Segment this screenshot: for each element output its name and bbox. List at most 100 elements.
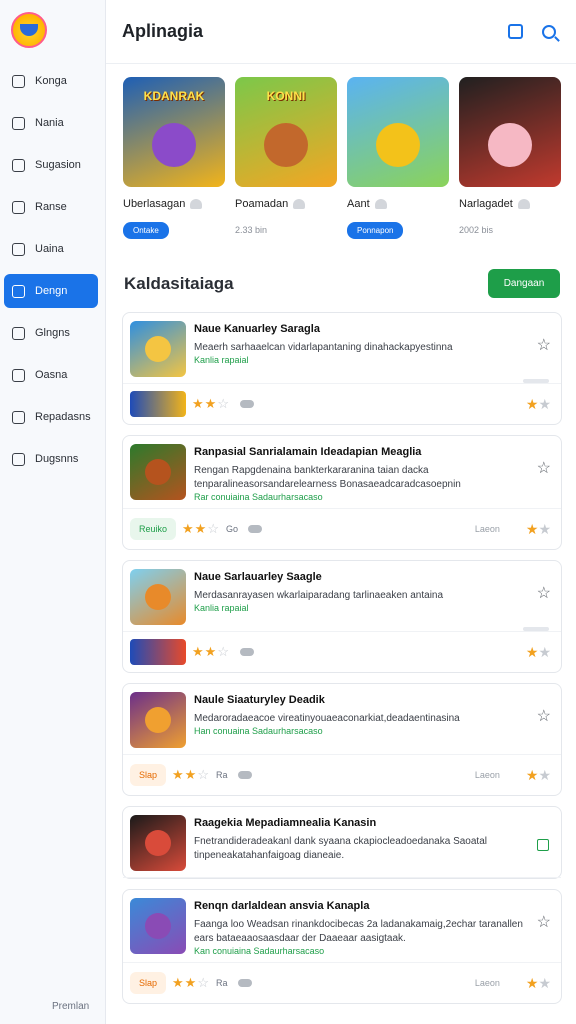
list-item-footer: Slap ★★☆ Ra Laeon ★★ bbox=[123, 963, 561, 1003]
sidebar-item-0[interactable]: Konga bbox=[4, 64, 98, 98]
list-item-body: Ranpasial Sanrialamain Ideadapian Meagli… bbox=[186, 444, 551, 502]
rate-stars-icon[interactable]: ★★ bbox=[526, 644, 551, 661]
star-favorite-icon[interactable]: ☆ bbox=[537, 583, 551, 603]
star-favorite-icon[interactable]: ☆ bbox=[537, 458, 551, 478]
featured-meta: 2002 bis bbox=[459, 222, 561, 238]
app-root: Konga Nania Sugasion Ranse Uaina Dengn Glngns O… bbox=[0, 0, 576, 1024]
sidebar: Konga Nania Sugasion Ranse Uaina Dengn Glngns O… bbox=[0, 0, 106, 1024]
list-item-header: Raagekia Mepadiamnealia Kanasin Fnetrandi… bbox=[123, 807, 561, 878]
featured-meta: Ponnapon bbox=[347, 221, 449, 239]
heart-icon[interactable] bbox=[293, 199, 306, 209]
featured-game-image[interactable] bbox=[459, 77, 561, 187]
rating-label: Laeon bbox=[474, 770, 500, 780]
grid-icon bbox=[12, 116, 25, 130]
sidebar-item-label: Glngns bbox=[35, 327, 70, 339]
featured-game-card[interactable]: Aant Ponnapon bbox=[347, 77, 449, 247]
featured-carousel: KDANRAK Uberlasagan Ontake KONNI Poamadan 2.3… bbox=[123, 77, 576, 247]
rate-stars-icon[interactable]: ★★ bbox=[526, 767, 551, 784]
list-item-footer: ★★☆ ★★ bbox=[123, 384, 561, 424]
featured-badge-button[interactable]: Ontake bbox=[123, 221, 169, 239]
cloud-icon bbox=[237, 979, 252, 987]
star-favorite-icon[interactable]: ☆ bbox=[537, 335, 551, 355]
list-item[interactable]: Renqn darlaldean ansvia Kanapla Faanga lo… bbox=[122, 889, 562, 1004]
list-item-subtitle: Kanlia rapaial bbox=[194, 603, 249, 613]
sidebar-item-label: Oasna bbox=[35, 369, 68, 381]
cloud-icon bbox=[237, 771, 252, 779]
star-favorite-icon[interactable]: ☆ bbox=[537, 706, 551, 726]
featured-game-title: Poamadan bbox=[235, 198, 289, 210]
edit-icon bbox=[12, 158, 25, 172]
featured-badge-button[interactable]: Ponnapon bbox=[347, 221, 404, 239]
featured-game-card[interactable]: Narlagadet 2002 bis bbox=[459, 77, 561, 247]
sidebar-item-label: Uaina bbox=[35, 243, 64, 255]
featured-meta: 2.33 bin bbox=[235, 222, 337, 238]
rating-hint: Ra bbox=[215, 770, 228, 780]
featured-game-image[interactable]: KONNI bbox=[235, 77, 337, 187]
sidebar-item-4[interactable]: Uaina bbox=[4, 232, 98, 266]
search-button[interactable] bbox=[540, 23, 558, 41]
list-item[interactable]: Raagekia Mepadiamnealia Kanasin Fnetrandi… bbox=[122, 806, 562, 879]
featured-game-image[interactable] bbox=[347, 77, 449, 187]
rate-stars-icon[interactable]: ★★ bbox=[526, 975, 551, 992]
app-logo[interactable] bbox=[11, 12, 47, 48]
game-character-icon bbox=[488, 123, 532, 167]
sidebar-item-5[interactable]: Dengn bbox=[4, 274, 98, 308]
game-thumbnail[interactable] bbox=[130, 898, 186, 954]
list-item-description: Faanga loo Weadsan rinankdocibecas 2a la… bbox=[194, 919, 523, 944]
sidebar-item-8[interactable]: Repadasns bbox=[4, 400, 98, 434]
list-item-header: Renqn darlaldean ansvia Kanapla Faanga lo… bbox=[123, 890, 561, 963]
status-tag[interactable]: Reuiko bbox=[130, 518, 177, 540]
mini-thumbnail[interactable] bbox=[130, 391, 186, 417]
game-character-icon bbox=[145, 336, 171, 362]
rating-label: Laeon bbox=[474, 524, 500, 534]
heart-icon[interactable] bbox=[374, 199, 387, 209]
cloud-icon bbox=[239, 648, 254, 656]
game-thumbnail[interactable] bbox=[130, 815, 186, 871]
sidebar-item-1[interactable]: Nania bbox=[4, 106, 98, 140]
premium-link[interactable]: Premlan bbox=[52, 1001, 89, 1012]
mini-thumbnail[interactable] bbox=[130, 639, 186, 665]
list-item-header: Naule Siaaturyley Deadik Medaroradaeacoe … bbox=[123, 684, 561, 755]
status-tag[interactable]: Slap bbox=[130, 764, 167, 786]
list-item[interactable]: Ranpasial Sanrialamain Ideadapian Meagli… bbox=[122, 435, 562, 550]
list-item-header: Naue Sarlauarley Saagle Merdasanrayasen w… bbox=[123, 561, 561, 632]
game-character-icon bbox=[145, 913, 171, 939]
featured-title-row: Aant bbox=[347, 196, 449, 212]
heart-icon[interactable] bbox=[517, 199, 530, 209]
search-icon bbox=[542, 24, 556, 39]
top-bar: Aplinagia bbox=[106, 0, 576, 64]
sidebar-item-3[interactable]: Ranse bbox=[4, 190, 98, 224]
list-item[interactable]: Naule Siaaturyley Deadik Medaroradaeacoe … bbox=[122, 683, 562, 796]
star-favorite-icon[interactable]: ☆ bbox=[537, 912, 551, 932]
copy-icon bbox=[12, 368, 25, 382]
rating-hint: Go bbox=[225, 524, 238, 534]
sidebar-item-2[interactable]: Sugasion bbox=[4, 148, 98, 182]
grid-view-button[interactable] bbox=[506, 23, 524, 41]
sidebar-item-9[interactable]: Dugsnns bbox=[4, 442, 98, 476]
sidebar-item-label: Dugsnns bbox=[35, 453, 79, 465]
rate-stars-icon[interactable]: ★★ bbox=[526, 396, 551, 413]
list-item-subtitle: Kan conuiaina Sadaurharsacaso bbox=[194, 946, 325, 956]
game-thumbnail[interactable] bbox=[130, 321, 186, 377]
bookmark-icon[interactable] bbox=[537, 839, 549, 851]
game-thumbnail[interactable] bbox=[130, 692, 186, 748]
featured-game-card[interactable]: KDANRAK Uberlasagan Ontake bbox=[123, 77, 225, 247]
list-item-footer: Reuiko ★★☆ Go Laeon ★★ bbox=[123, 509, 561, 549]
rate-stars-icon[interactable]: ★★ bbox=[526, 521, 551, 538]
sidebar-item-label: Dengn bbox=[35, 285, 68, 297]
status-tag[interactable]: Slap bbox=[130, 972, 167, 994]
list-item-title: Naue Sarlauarley Saagle bbox=[194, 571, 322, 583]
featured-game-card[interactable]: KONNI Poamadan 2.33 bin bbox=[235, 77, 337, 247]
list-item[interactable]: Naue Kanuarley Saragla Meaerh sarhaaelcan… bbox=[122, 312, 562, 425]
section-action-button[interactable]: Dangaan bbox=[488, 269, 560, 298]
list-item-body: Renqn darlaldean ansvia Kanapla Faanga lo… bbox=[186, 898, 551, 956]
featured-game-image[interactable]: KDANRAK bbox=[123, 77, 225, 187]
game-thumbnail[interactable] bbox=[130, 444, 186, 500]
game-thumbnail[interactable] bbox=[130, 569, 186, 625]
list-item[interactable]: Naue Sarlauarley Saagle Merdasanrayasen w… bbox=[122, 560, 562, 673]
sidebar-item-7[interactable]: Oasna bbox=[4, 358, 98, 392]
sidebar-item-label: Ranse bbox=[35, 201, 67, 213]
game-character-icon bbox=[145, 830, 171, 856]
heart-icon[interactable] bbox=[190, 199, 203, 209]
sidebar-item-6[interactable]: Glngns bbox=[4, 316, 98, 350]
